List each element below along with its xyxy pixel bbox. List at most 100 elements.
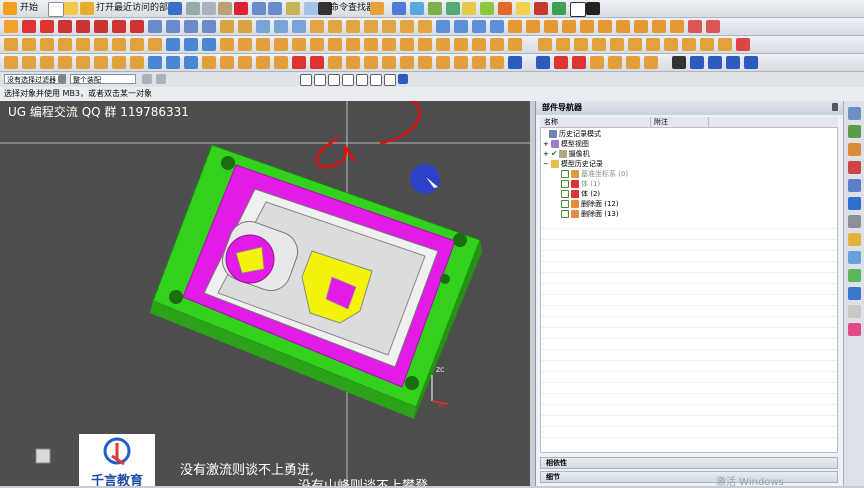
replace-face-icon[interactable]: [616, 20, 630, 33]
datum-icon[interactable]: [238, 20, 252, 33]
pad-icon[interactable]: [94, 38, 108, 51]
plane-icon[interactable]: [220, 20, 234, 33]
silhouette-icon[interactable]: [646, 38, 660, 51]
patch-icon[interactable]: [544, 20, 558, 33]
command-finder[interactable]: 命令查找器: [330, 2, 375, 15]
fillet-sketch-icon[interactable]: [130, 20, 144, 33]
electrode-icon[interactable]: [708, 56, 722, 69]
delete-icon[interactable]: [234, 2, 248, 15]
start-menu[interactable]: 开始: [20, 2, 38, 15]
move-object-icon[interactable]: [472, 56, 486, 69]
palette-icon[interactable]: [848, 323, 861, 336]
distance-icon[interactable]: [274, 56, 288, 69]
tree-item-history-mode[interactable]: 历史记录模式: [549, 129, 601, 139]
face-blend-icon[interactable]: [718, 38, 732, 51]
spline-icon[interactable]: [166, 20, 180, 33]
mold-icon[interactable]: [690, 56, 704, 69]
save-icon[interactable]: [168, 2, 182, 15]
hole-icon[interactable]: [40, 38, 54, 51]
extract-icon[interactable]: [400, 38, 414, 51]
tree-item-body-1[interactable]: 体 (1): [561, 179, 600, 189]
cube-icon[interactable]: [370, 2, 384, 15]
revolve-icon[interactable]: [22, 38, 36, 51]
edit-parameters-icon[interactable]: [22, 56, 36, 69]
manufacturing-wizard-icon[interactable]: [848, 269, 861, 282]
copy-icon[interactable]: [202, 2, 216, 15]
pocket-icon[interactable]: [76, 38, 90, 51]
join-icon[interactable]: [400, 20, 414, 33]
boss-icon[interactable]: [58, 38, 72, 51]
light-icon[interactable]: [516, 2, 530, 15]
studio-icon[interactable]: [556, 38, 570, 51]
tree-item-datum-csys[interactable]: 基准坐标系 (0): [561, 169, 628, 179]
bridge-icon[interactable]: [364, 20, 378, 33]
select-all-icon[interactable]: [156, 74, 166, 84]
point-icon[interactable]: [148, 20, 162, 33]
chamfer-icon[interactable]: [238, 38, 252, 51]
checkbox-icon[interactable]: [561, 180, 569, 188]
blend-icon[interactable]: [220, 38, 234, 51]
suppress-icon[interactable]: [76, 56, 90, 69]
expression-icon[interactable]: [148, 56, 162, 69]
selection-filter-dropdown[interactable]: 没有选择过滤器: [4, 74, 66, 84]
new-icon[interactable]: [48, 2, 64, 17]
open-icon[interactable]: [64, 2, 78, 15]
intersect-icon[interactable]: [328, 20, 342, 33]
box-icon[interactable]: [586, 2, 600, 15]
snap-tangent-icon[interactable]: [384, 74, 396, 86]
line-icon[interactable]: [22, 20, 36, 33]
sweep-icon[interactable]: [490, 20, 504, 33]
tree-item-cameras[interactable]: + ✔ 摄像机: [543, 149, 590, 159]
rectangle-icon[interactable]: [76, 20, 90, 33]
clearance-icon[interactable]: [572, 56, 586, 69]
extrude-icon[interactable]: [4, 38, 18, 51]
checkbox-icon[interactable]: [561, 170, 569, 178]
analysis-icon[interactable]: [410, 2, 424, 15]
recent-parts-menu[interactable]: 打开最近访问的部件: [96, 2, 177, 15]
unsuppress-icon[interactable]: [94, 56, 108, 69]
pattern-icon[interactable]: [310, 20, 324, 33]
snap-point-icon[interactable]: [314, 74, 326, 86]
extend-icon[interactable]: [112, 20, 126, 33]
pointer-icon[interactable]: [392, 2, 406, 15]
pull-face-icon[interactable]: [670, 20, 684, 33]
link-icon[interactable]: [184, 56, 198, 69]
redo-icon[interactable]: [268, 2, 282, 15]
navigator-tree[interactable]: 历史记录模式 + 模型视图 + ✔ 摄像机 − 模型历史记录 基准坐标系 (0) 体 (…: [540, 127, 838, 453]
graphics-viewport[interactable]: UG 编程交流 QQ 群 119786331 ZC XC 千言教育 没有激流则谈…: [0, 101, 530, 486]
swoop-icon[interactable]: [592, 38, 606, 51]
face-icon[interactable]: [508, 20, 522, 33]
draft-icon[interactable]: [274, 38, 288, 51]
color-icon[interactable]: [498, 2, 512, 15]
move-face-icon[interactable]: [652, 20, 666, 33]
system-materials-icon[interactable]: [848, 233, 861, 246]
explode-icon[interactable]: [554, 56, 568, 69]
intersect-body-icon[interactable]: [202, 38, 216, 51]
trim-icon[interactable]: [94, 20, 108, 33]
subtract-icon[interactable]: [184, 38, 198, 51]
sequence-icon[interactable]: [590, 56, 604, 69]
shell-icon[interactable]: [256, 38, 270, 51]
offset-surface-icon[interactable]: [328, 38, 342, 51]
reuse-library-icon[interactable]: [848, 161, 861, 174]
mirror-body-icon[interactable]: [436, 38, 450, 51]
select-filter-icon[interactable]: [142, 74, 152, 84]
assembly-navigator-icon[interactable]: [848, 107, 861, 120]
n-sided-icon[interactable]: [538, 38, 552, 51]
trim-body-icon[interactable]: [562, 20, 576, 33]
tree-item-delete-face-13[interactable]: 删除面 (13): [561, 209, 619, 219]
view-icon[interactable]: [286, 2, 300, 15]
move-layer-icon[interactable]: [400, 56, 414, 69]
offset-curve-icon[interactable]: [184, 20, 198, 33]
draft-analysis-icon[interactable]: [292, 56, 306, 69]
reflection-icon[interactable]: [238, 56, 252, 69]
tree-item-model-views[interactable]: + 模型视图: [543, 139, 589, 149]
slope-icon[interactable]: [256, 56, 270, 69]
assembly-scope-dropdown[interactable]: 整个装配: [70, 74, 136, 84]
add-component-icon[interactable]: [508, 56, 522, 69]
cam-icon[interactable]: [744, 56, 758, 69]
details-panel-header[interactable]: 细节: [540, 471, 838, 483]
info-icon[interactable]: [472, 20, 486, 33]
pin-icon[interactable]: [832, 103, 838, 111]
law-extension-icon[interactable]: [610, 38, 624, 51]
